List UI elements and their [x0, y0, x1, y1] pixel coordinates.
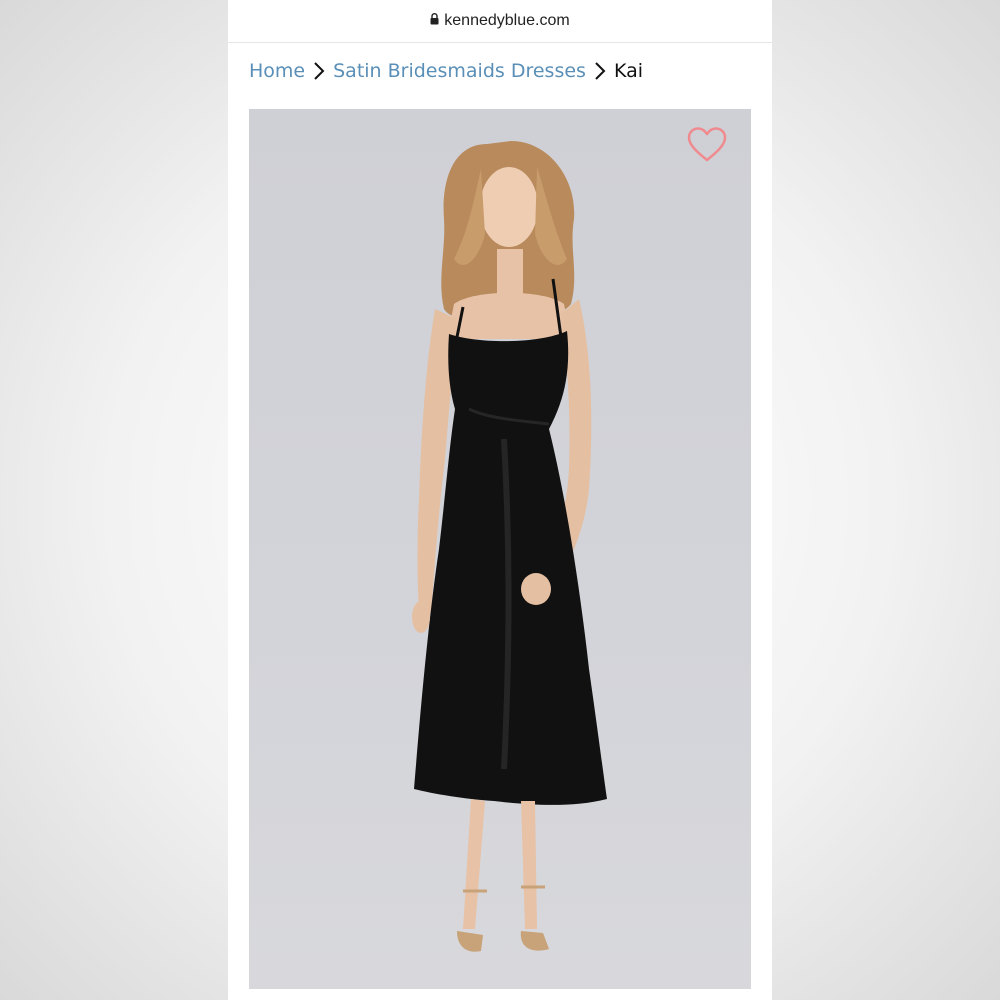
lock-icon	[430, 12, 439, 30]
chevron-right-icon	[594, 61, 606, 81]
breadcrumb-home[interactable]: Home	[249, 60, 305, 82]
chevron-right-icon	[313, 61, 325, 81]
model-photo	[412, 141, 607, 952]
url-domain: kennedyblue.com	[444, 12, 570, 29]
heart-outline-icon	[687, 127, 727, 167]
breadcrumb: Home Satin Bridesmaids Dresses Kai	[249, 56, 643, 86]
breadcrumb-category[interactable]: Satin Bridesmaids Dresses	[333, 60, 586, 82]
address-bar[interactable]: kennedyblue.com	[228, 0, 772, 43]
wishlist-button[interactable]	[685, 126, 729, 168]
product-image[interactable]	[249, 109, 751, 989]
breadcrumb-current: Kai	[613, 60, 643, 82]
phone-screen: kennedyblue.com Home Satin Bridesmaids D…	[228, 0, 772, 1000]
